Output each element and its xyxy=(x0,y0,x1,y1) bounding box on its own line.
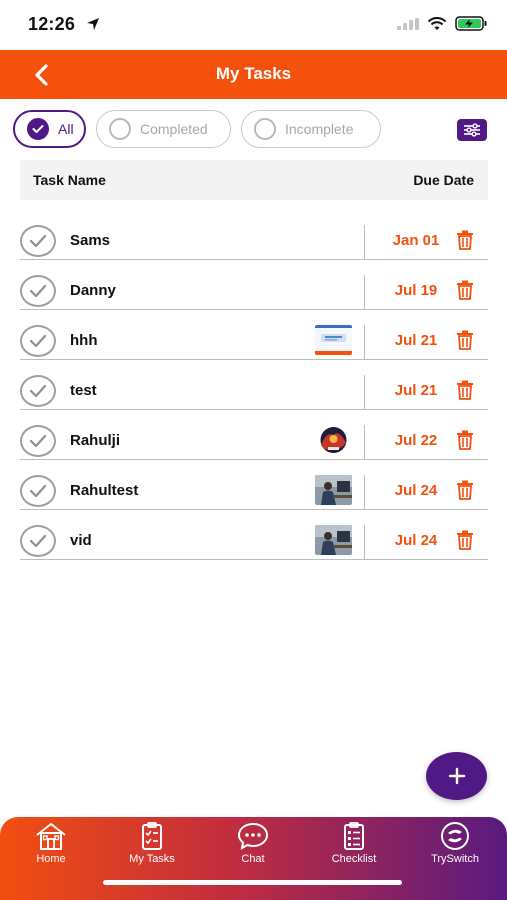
row-divider xyxy=(364,475,365,509)
bottom-tab-bar: Home My Tasks Chat Checklist TrySwitch xyxy=(0,817,507,900)
filter-chip-label: All xyxy=(58,121,74,137)
task-due-date: Jul 24 xyxy=(394,532,438,549)
task-row[interactable]: test Jul 21 xyxy=(20,370,488,420)
page-title: My Tasks xyxy=(215,64,292,83)
sliders-icon xyxy=(464,123,480,137)
row-underline xyxy=(20,259,488,260)
row-underline xyxy=(20,459,488,460)
status-indicators xyxy=(397,16,487,31)
task-due-date: Jul 21 xyxy=(394,332,438,349)
task-row[interactable]: Rahulji Jul 22 xyxy=(20,420,488,470)
clipboard-check-icon xyxy=(142,822,162,850)
tab-tryswitch[interactable]: TrySwitch xyxy=(415,821,495,865)
task-row[interactable]: Rahultest Jul 24 xyxy=(20,470,488,520)
signal-icon xyxy=(397,17,419,30)
task-name: test xyxy=(70,382,97,399)
task-due-date: Jul 21 xyxy=(394,382,438,399)
task-name: vid xyxy=(70,532,92,549)
location-arrow-icon xyxy=(87,18,99,30)
complete-check-icon[interactable] xyxy=(20,275,56,307)
row-underline xyxy=(20,409,488,410)
tab-label: TrySwitch xyxy=(431,853,479,865)
add-task-button[interactable] xyxy=(426,752,487,800)
task-row[interactable]: Danny Jul 19 xyxy=(20,270,488,320)
complete-check-icon[interactable] xyxy=(20,525,56,557)
attachment-thumbnail[interactable] xyxy=(315,425,352,455)
table-header: Task Name Due Date xyxy=(20,160,488,200)
home-indicator xyxy=(103,880,402,885)
task-due-date: Jul 19 xyxy=(394,282,438,299)
tab-home[interactable]: Home xyxy=(11,821,91,865)
tab-checklist[interactable]: Checklist xyxy=(314,821,394,865)
trash-icon[interactable] xyxy=(456,380,474,400)
tryswitch-logo-icon xyxy=(441,822,469,850)
row-underline xyxy=(20,509,488,510)
task-row[interactable]: hhh Jul 21 xyxy=(20,320,488,370)
filter-chip-label: Incomplete xyxy=(285,121,354,137)
tab-label: Home xyxy=(36,853,66,865)
task-name: Rahulji xyxy=(70,432,121,449)
attachment-thumbnail[interactable] xyxy=(315,525,352,555)
row-underline xyxy=(20,359,488,360)
chat-bubble-icon xyxy=(237,822,269,850)
tab-label: My Tasks xyxy=(129,853,175,865)
status-time: 12:26 xyxy=(28,14,76,34)
trash-icon[interactable] xyxy=(456,430,474,450)
filter-bar: All Completed Incomplete xyxy=(0,110,507,150)
task-due-date: Jan 01 xyxy=(392,232,440,249)
complete-check-icon[interactable] xyxy=(20,425,56,457)
row-divider xyxy=(364,225,365,259)
column-header-due-date: Due Date xyxy=(413,172,474,188)
row-underline xyxy=(20,309,488,310)
row-divider xyxy=(364,425,365,459)
status-bar: 12:26 xyxy=(0,0,507,50)
plus-icon xyxy=(448,767,465,785)
trash-icon[interactable] xyxy=(456,280,474,300)
task-row[interactable]: vid Jul 24 xyxy=(20,520,488,570)
attachment-thumbnail[interactable] xyxy=(315,475,352,505)
complete-check-icon[interactable] xyxy=(20,475,56,507)
row-divider xyxy=(364,525,365,559)
filter-chip-completed[interactable]: Completed xyxy=(96,110,231,148)
battery-charging-icon xyxy=(455,16,487,31)
tab-label: Chat xyxy=(241,853,265,865)
task-row[interactable]: Sams Jan 01 xyxy=(20,220,488,270)
filter-settings-button[interactable] xyxy=(457,119,487,141)
wifi-icon xyxy=(427,16,447,30)
task-due-date: Jul 22 xyxy=(394,432,438,449)
home-icon xyxy=(36,823,66,850)
complete-check-icon[interactable] xyxy=(20,325,56,357)
row-divider xyxy=(364,325,365,359)
checklist-icon xyxy=(344,822,364,850)
tab-label: Checklist xyxy=(331,853,377,865)
trash-icon[interactable] xyxy=(456,230,474,250)
checked-radio-icon xyxy=(27,118,49,140)
trash-icon[interactable] xyxy=(456,530,474,550)
column-header-task-name: Task Name xyxy=(33,172,106,188)
task-name: hhh xyxy=(70,332,98,349)
radio-circle-icon xyxy=(109,118,131,140)
tab-my-tasks[interactable]: My Tasks xyxy=(112,821,192,865)
task-name: Sams xyxy=(70,232,111,249)
task-name: Danny xyxy=(70,282,116,299)
row-divider xyxy=(364,275,365,309)
row-underline xyxy=(20,559,488,560)
trash-icon[interactable] xyxy=(456,480,474,500)
complete-check-icon[interactable] xyxy=(20,375,56,407)
filter-chip-label: Completed xyxy=(140,121,208,137)
task-list: Sams Jan 01 Danny Jul 19 hhh Jul 21 test… xyxy=(20,220,488,570)
attachment-thumbnail[interactable] xyxy=(315,325,352,355)
trash-icon[interactable] xyxy=(456,330,474,350)
tab-chat[interactable]: Chat xyxy=(213,821,293,865)
app-header: My Tasks xyxy=(0,50,507,99)
filter-chip-incomplete[interactable]: Incomplete xyxy=(241,110,381,148)
task-name: Rahultest xyxy=(70,482,139,499)
row-divider xyxy=(364,375,365,409)
filter-chip-all[interactable]: All xyxy=(13,110,86,148)
complete-check-icon[interactable] xyxy=(20,225,56,257)
task-due-date: Jul 24 xyxy=(394,482,438,499)
radio-circle-icon xyxy=(254,118,276,140)
